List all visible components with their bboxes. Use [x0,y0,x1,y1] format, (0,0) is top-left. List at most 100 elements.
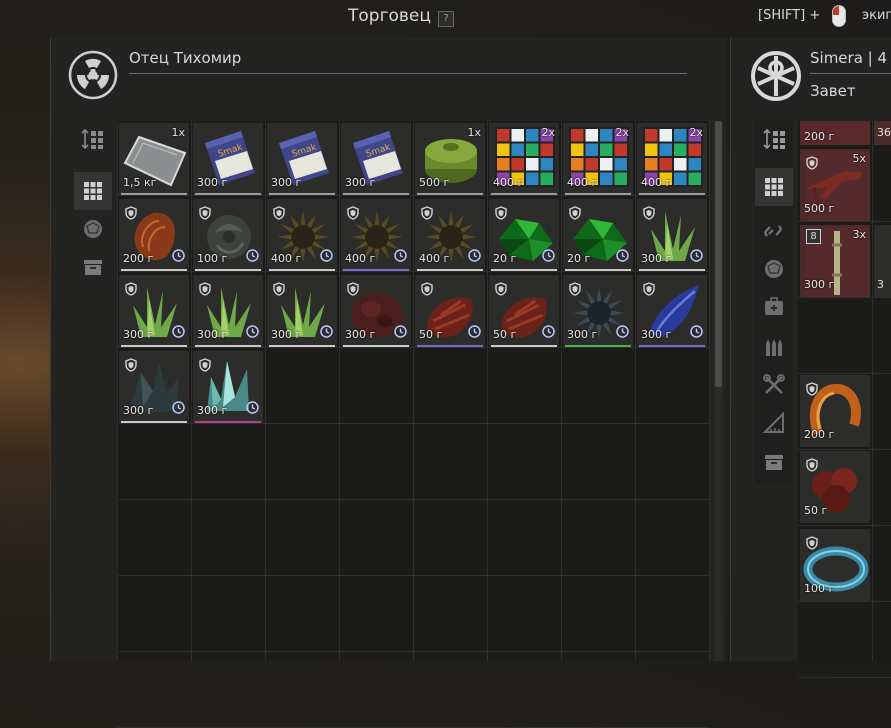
link-button[interactable] [755,212,793,250]
ammo-button[interactable] [755,328,793,366]
shield-icon [125,205,137,224]
shield-icon [806,381,818,400]
timer-icon [616,249,629,262]
window-title: Торговец [348,6,431,26]
timer-icon [172,247,185,266]
trader-item-slot[interactable]: 400 г [267,199,337,271]
trader-scrollbar[interactable] [714,121,723,661]
trader-item-slot[interactable]: 300 г [193,275,263,347]
shield-icon [273,205,285,224]
trader-item-slot[interactable]: 300 г [341,275,411,347]
timer-icon [172,399,185,418]
shield-icon [421,205,433,224]
trader-item-slot[interactable]: 400 г [415,199,485,271]
trader-item-slot[interactable]: 400 г [341,199,411,271]
trader-item-slot[interactable]: 1x 1,5 кг [119,123,189,195]
trader-item-slot[interactable]: 20 г [489,199,559,271]
item-price: 300 г [197,176,228,189]
sort-button[interactable] [74,120,112,158]
item-quantity: 2x [541,126,555,139]
trader-item-slot[interactable]: 300 г [119,275,189,347]
trader-item-slot[interactable]: 200 г [119,199,189,271]
sort-icon [763,128,785,150]
trader-item-slot[interactable]: 300 г [563,275,633,347]
trader-item-slot[interactable]: 300 г [193,351,263,423]
trader-item-slot[interactable]: Smak 300 г [267,123,337,195]
item-price: 300 г [641,252,672,265]
player-item-slot[interactable]: 200 г [800,121,870,145]
shield-icon [806,382,818,396]
ammo-icon [766,339,782,356]
ruler-button[interactable] [755,404,793,442]
sort-button[interactable] [755,120,793,158]
item-price: 300 г [567,328,598,341]
shield-icon [806,536,818,550]
trader-item-slot[interactable]: 2x 400 г [563,123,633,195]
trader-item-slot[interactable]: Smak 300 г [193,123,263,195]
container-category-button[interactable] [74,248,112,286]
trader-item-slot[interactable]: 50 г [415,275,485,347]
item-price: 100 г [804,582,835,595]
shield-icon [643,205,655,224]
grid-view-icon [84,182,102,200]
rarity-underline [343,345,409,347]
trader-inventory-grid: 1x 1,5 кг Smak 300 г Smak 300 г Smak 300 г 1x 500… [117,121,710,728]
grid-line [709,121,710,661]
item-price: 200 г [123,252,154,265]
timer-icon [246,247,259,266]
player-item-slot[interactable]: 5x 500 г [800,149,870,221]
artifact-category-button[interactable] [755,250,793,288]
trader-item-slot[interactable]: Smak 300 г [341,123,411,195]
item-price: 300 г [123,404,154,417]
trader-item-slot[interactable]: 300 г [637,275,707,347]
trader-item-slot[interactable]: 2x 400 г [637,123,707,195]
item-quantity: 5x [852,152,866,165]
sort-icon [81,128,103,150]
shield-icon [421,282,433,296]
shield-icon [495,282,507,296]
tools-icon [763,374,785,394]
shield-icon [569,206,581,220]
rarity-underline [565,193,631,195]
grid-line [635,121,636,661]
timer-icon [172,323,185,342]
help-button[interactable]: ? [438,11,454,27]
timer-icon [690,247,703,266]
shield-icon [199,205,211,224]
shield-icon [199,358,211,372]
grid-line [798,677,891,678]
container-category-button[interactable] [755,444,793,482]
rarity-underline [639,193,705,195]
rarity-underline [343,193,409,195]
player-item-slot[interactable]: 8 3x 300 г [800,225,870,297]
trader-item-slot[interactable]: 300 г [119,351,189,423]
shield-icon [199,357,211,376]
player-item-slot[interactable]: 50 г [800,451,870,523]
scrollbar-thumb[interactable] [715,121,722,387]
artifact-category-button[interactable] [74,210,112,248]
player-item-slot[interactable]: 100 г [800,529,870,601]
player-item-slot[interactable]: 36 [874,121,891,145]
shield-icon [347,206,359,220]
grid-view-button[interactable] [755,168,793,206]
trader-item-slot[interactable]: 300 г [637,199,707,271]
trader-item-slot[interactable]: 300 г [267,275,337,347]
item-quantity: 1x [171,126,185,139]
item-price: 400 г [641,176,672,189]
item-price: 50 г [804,504,828,517]
player-item-slot[interactable]: 3 [874,225,891,297]
trader-item-slot[interactable]: 100 г [193,199,263,271]
medkit-button[interactable] [755,288,793,326]
trader-item-slot[interactable]: 20 г [563,199,633,271]
timer-icon [172,249,185,262]
trader-item-slot[interactable]: 2x 400 г [489,123,559,195]
trader-item-slot[interactable]: 50 г [489,275,559,347]
timer-icon [246,401,259,414]
grid-view-button[interactable] [74,172,112,210]
rarity-underline [565,269,631,271]
tools-button[interactable] [755,366,793,404]
rarity-underline [195,269,261,271]
trader-item-slot[interactable]: 1x 500 г [415,123,485,195]
equip-hint: экип [862,8,891,23]
player-item-slot[interactable]: 200 г [800,375,870,447]
